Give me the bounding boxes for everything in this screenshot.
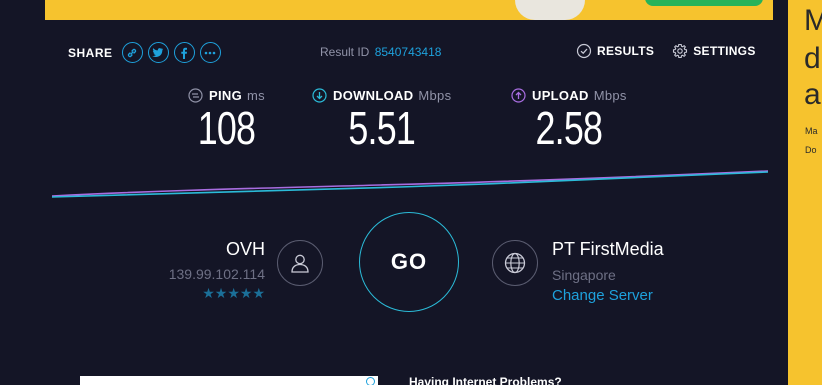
banner-person-image <box>515 0 585 20</box>
gear-icon <box>673 43 688 59</box>
ping-icon <box>188 88 203 103</box>
more-icon[interactable] <box>199 42 221 63</box>
isp-ip: 139.99.102.114 <box>168 266 265 282</box>
twitter-icon[interactable] <box>147 42 169 63</box>
ad-info-icon[interactable] <box>366 377 375 385</box>
right-side-ad[interactable]: M d a Ma Do <box>788 0 822 385</box>
top-nav: RESULTS SETTINGS <box>576 43 774 59</box>
upload-graph-line <box>51 170 769 197</box>
download-metric: DOWNLOAD Mbps 5.51 <box>312 88 451 153</box>
ad-text: Ma <box>805 126 818 136</box>
isp-name: OVH <box>225 239 265 259</box>
check-circle-icon <box>576 43 592 59</box>
ping-metric: PING ms 108 <box>188 88 265 153</box>
download-arrow-icon <box>312 88 327 103</box>
internet-problems-heading: Having Internet Problems? <box>409 375 562 385</box>
facebook-icon[interactable] <box>173 42 195 63</box>
go-button[interactable]: GO <box>359 212 459 312</box>
user-icon <box>291 254 309 273</box>
download-value: 5.51 <box>348 102 416 154</box>
ad-letter: a <box>804 78 821 111</box>
change-server-link[interactable]: Change Server <box>552 287 664 304</box>
ad-letter: d <box>804 42 821 75</box>
ad-text: Do <box>805 145 817 155</box>
result-id: Result ID 8540743418 <box>320 45 441 59</box>
top-banner-ad[interactable] <box>45 0 773 20</box>
upload-arrow-icon <box>511 88 526 103</box>
user-circle <box>277 240 323 286</box>
upload-metric: UPLOAD Mbps 2.58 <box>511 88 627 153</box>
bottom-ad[interactable] <box>80 376 378 385</box>
ping-value: 108 <box>197 102 256 154</box>
share-bar: SHARE <box>68 42 226 63</box>
settings-button[interactable]: SETTINGS <box>672 43 755 59</box>
results-label: RESULTS <box>597 44 655 58</box>
isp-rating-stars[interactable]: ★★★★★ <box>150 285 265 302</box>
banner-cta-button[interactable] <box>645 0 763 6</box>
result-id-value[interactable]: 8540743418 <box>375 45 442 59</box>
ping-unit: ms <box>246 88 265 103</box>
speed-graph <box>51 170 769 198</box>
settings-label: SETTINGS <box>693 44 756 58</box>
server-info: PT FirstMedia Singapore Change Server <box>552 239 664 304</box>
globe-circle <box>492 240 538 286</box>
link-icon[interactable] <box>121 42 143 63</box>
globe-icon <box>504 252 526 274</box>
download-label: DOWNLOAD <box>333 88 414 103</box>
results-button[interactable]: RESULTS <box>576 43 654 59</box>
upload-label: UPLOAD <box>532 88 589 103</box>
result-id-label: Result ID <box>320 45 370 59</box>
share-label: SHARE <box>68 45 113 60</box>
upload-value: 2.58 <box>535 102 603 154</box>
upload-unit: Mbps <box>593 88 627 103</box>
ping-label: PING <box>209 88 242 103</box>
download-unit: Mbps <box>418 88 452 103</box>
server-location: Singapore <box>552 267 616 283</box>
isp-info: OVH 139.99.102.114 ★★★★★ <box>150 239 265 302</box>
ad-letter: M <box>804 4 822 37</box>
server-name: PT FirstMedia <box>552 239 664 259</box>
